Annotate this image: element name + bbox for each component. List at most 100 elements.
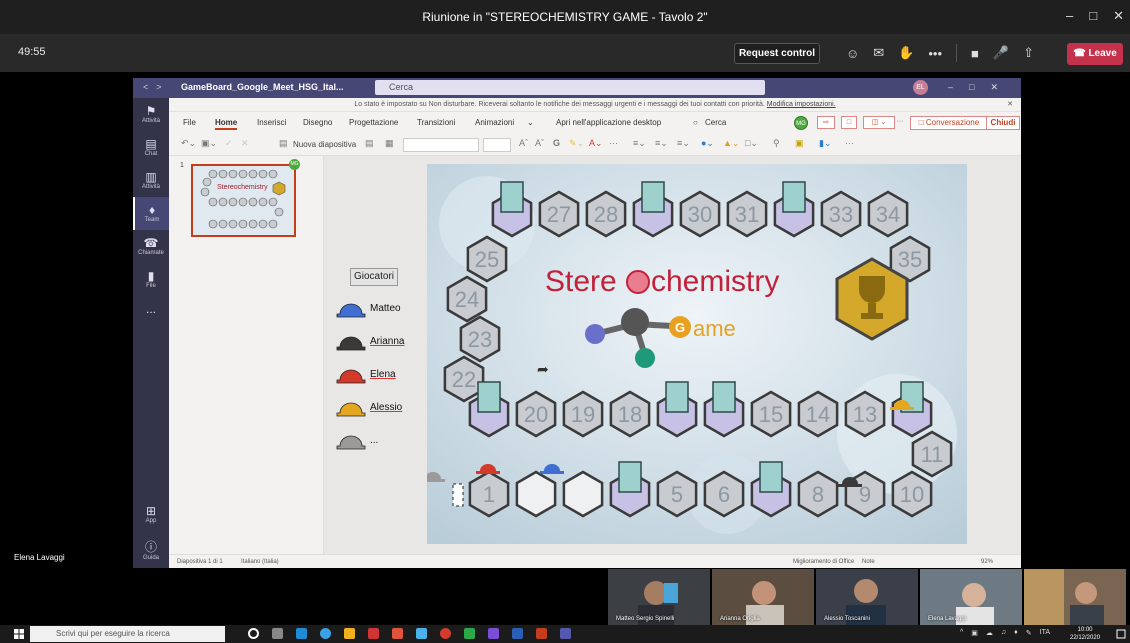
more-icon[interactable]: ••• xyxy=(928,46,942,61)
chrome-icon[interactable] xyxy=(440,628,451,639)
edge-icon[interactable] xyxy=(320,628,331,639)
rail-item-chat[interactable]: ▤ Chat xyxy=(133,131,169,164)
rail-item-more[interactable]: ... xyxy=(133,296,169,329)
zoom-level[interactable]: 92% xyxy=(981,555,993,569)
tab-file[interactable]: File xyxy=(183,118,196,127)
chat-icon[interactable]: ✉ xyxy=(873,45,884,61)
align-icon[interactable]: ≡⌄ xyxy=(677,138,690,149)
rail-item-teams[interactable]: ♦ Team xyxy=(133,197,169,230)
participants-icon[interactable]: ☺ xyxy=(846,46,859,61)
word-icon[interactable] xyxy=(512,628,523,639)
onedrive-icon[interactable]: ☁ xyxy=(986,629,993,637)
teams-search-input[interactable]: Cerca xyxy=(375,80,765,95)
minimize-icon[interactable]: – xyxy=(948,82,953,93)
search-icon[interactable]: ⚲ xyxy=(773,138,780,149)
rail-item-help[interactable]: ⓘ Guida xyxy=(133,532,169,565)
clipboard-icon[interactable]: ▣⌄ xyxy=(201,138,217,149)
app-icon[interactable] xyxy=(464,628,475,639)
bullets-icon[interactable]: ≡⌄ xyxy=(633,138,646,149)
conversation-button[interactable]: □ Conversazione xyxy=(910,116,988,130)
task-view-icon[interactable] xyxy=(272,628,283,639)
maximize-icon[interactable]: □ xyxy=(969,82,974,93)
camera-icon[interactable]: ■ xyxy=(971,46,979,61)
shrink-font-icon[interactable]: Aˇ xyxy=(535,138,544,148)
tab-home[interactable]: Home xyxy=(215,118,238,130)
office-feedback[interactable]: Miglioramento di Office xyxy=(793,555,854,569)
open-desktop-button[interactable]: Apri nell'applicazione desktop xyxy=(556,118,661,127)
explorer-icon[interactable] xyxy=(344,628,355,639)
close-icon[interactable]: ✕ xyxy=(1113,8,1124,24)
fill-icon[interactable]: ▲⌄ xyxy=(723,138,739,149)
notification-center-icon[interactable] xyxy=(1116,629,1126,639)
clock[interactable]: 10:00 22/12/2020 xyxy=(1070,626,1100,642)
chevron-down-icon[interactable]: ⌄ xyxy=(527,118,534,127)
share-icon[interactable]: ⇨ xyxy=(817,116,835,129)
minimize-icon[interactable]: – xyxy=(1066,8,1073,24)
cortana-icon[interactable] xyxy=(248,628,259,639)
game-board-slide[interactable]: 27 28 30 31 33 34 35 25 24 23 22 20 19 18 15 14 13 11 1 5 6 8… xyxy=(427,164,967,544)
present-icon[interactable]: ◫ ⌄ xyxy=(863,116,895,129)
leave-button[interactable]: ☎ Leave xyxy=(1067,43,1123,65)
format-painter-icon[interactable]: ✓ xyxy=(225,138,233,149)
request-control-button[interactable]: Request control xyxy=(734,43,820,64)
new-slide-icon[interactable]: ▤ xyxy=(279,138,288,149)
volume-icon[interactable]: ♫ xyxy=(1001,629,1006,637)
close-icon[interactable]: ✕ xyxy=(1007,98,1013,112)
notification-settings-link[interactable]: Modifica impostazioni. xyxy=(767,101,836,108)
highlight-icon[interactable]: ✎⌄ xyxy=(569,138,584,149)
more-icon[interactable]: ··· xyxy=(609,138,618,148)
tab-design[interactable]: Progettazione xyxy=(349,118,398,127)
tab-draw[interactable]: Disegno xyxy=(303,118,332,127)
new-slide-button[interactable]: Nuova diapositiva xyxy=(293,140,356,149)
share-icon[interactable]: ⇧ xyxy=(1023,45,1034,61)
avatar[interactable]: EL xyxy=(913,80,928,95)
language[interactable]: Italiano (Italia) xyxy=(241,555,279,569)
font-size-select[interactable] xyxy=(483,138,511,152)
more-icon[interactable]: ··· xyxy=(845,138,854,148)
tab-animations[interactable]: Animazioni xyxy=(475,118,514,127)
teams-tray-icon[interactable]: ♦ xyxy=(1014,629,1018,637)
participant-tile[interactable]: Elena Lavaggi xyxy=(920,569,1022,625)
raise-hand-icon[interactable]: ✋ xyxy=(898,45,914,61)
chevron-up-icon[interactable]: ^ xyxy=(960,629,963,637)
tab-insert[interactable]: Inserisci xyxy=(257,118,286,127)
teams-icon[interactable] xyxy=(560,628,571,639)
numbering-icon[interactable]: ≡⌄ xyxy=(655,138,668,149)
outline-icon[interactable]: □⌄ xyxy=(745,138,758,149)
app-icon[interactable] xyxy=(296,628,307,639)
windows-start-icon[interactable] xyxy=(14,629,24,639)
taskbar-search-input[interactable]: Scrivi qui per eseguire la ricerca xyxy=(30,626,225,642)
close-icon[interactable]: ✕ xyxy=(990,82,998,93)
comment-icon[interactable]: □ xyxy=(841,116,857,129)
shapes-icon[interactable]: ●⌄ xyxy=(701,138,714,149)
participant-tile[interactable]: Arianna Origlia xyxy=(712,569,814,625)
network-icon[interactable]: ▣ xyxy=(971,629,978,637)
microphone-icon[interactable]: 🎤 xyxy=(993,45,1009,61)
grow-font-icon[interactable]: Aˆ xyxy=(519,138,528,148)
participant-tile[interactable] xyxy=(1024,569,1126,625)
input-language[interactable]: ITA xyxy=(1040,629,1050,637)
bold-icon[interactable]: G xyxy=(553,138,560,148)
powerpoint-icon[interactable] xyxy=(536,628,547,639)
rail-item-activity[interactable]: ⚑ Attività xyxy=(133,98,169,131)
back-forward-icon[interactable]: <> xyxy=(143,82,170,92)
notes-button[interactable]: Note xyxy=(862,555,875,569)
font-family-select[interactable] xyxy=(403,138,479,152)
app-icon[interactable] xyxy=(392,628,403,639)
slide-thumbnail[interactable]: Stereochemistry xyxy=(191,164,296,237)
rail-item-feed[interactable]: ▥ Attività xyxy=(133,164,169,197)
delete-icon[interactable]: ✕ xyxy=(241,138,249,149)
undo-icon[interactable]: ↶⌄ xyxy=(181,138,196,149)
rail-item-files[interactable]: ▮ File xyxy=(133,263,169,296)
tab-transitions[interactable]: Transizioni xyxy=(417,118,455,127)
rail-item-calls[interactable]: ☎ Chiamate xyxy=(133,230,169,263)
ribbon-search[interactable]: Cerca xyxy=(705,118,726,127)
participant-tile[interactable]: Matteo Sergio Spinelli xyxy=(608,569,710,625)
reset-icon[interactable]: ▦ xyxy=(385,138,394,149)
close-button[interactable]: Chiudi xyxy=(986,116,1020,130)
app-icon[interactable] xyxy=(368,628,379,639)
dictate-icon[interactable]: ▮⌄ xyxy=(819,138,832,149)
layout-icon[interactable]: ▤ xyxy=(365,138,374,149)
font-color-icon[interactable]: A⌄ xyxy=(589,138,603,149)
pen-icon[interactable]: ✎ xyxy=(1026,629,1032,637)
